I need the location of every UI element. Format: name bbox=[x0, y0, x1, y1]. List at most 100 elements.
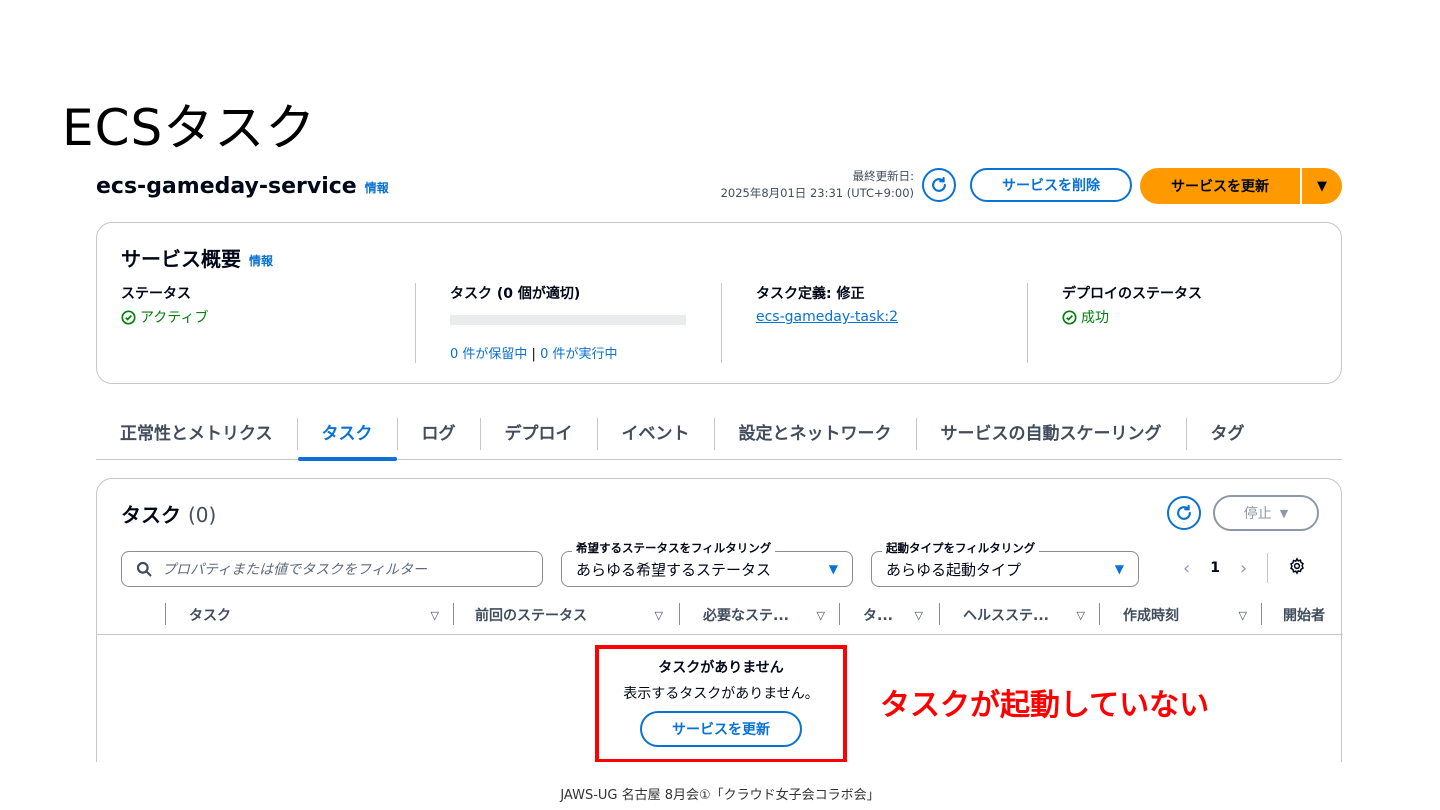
tab-logs[interactable]: ログ bbox=[398, 414, 480, 460]
tab-deploy[interactable]: デプロイ bbox=[481, 414, 597, 460]
task-definition-link[interactable]: ecs-gameday-task:2 bbox=[756, 309, 898, 325]
sort-icon: ▽ bbox=[816, 608, 825, 622]
status-value: アクティブ bbox=[121, 307, 415, 327]
tab-bar: 正常性とメトリクス タスク ログ デプロイ イベント 設定とネットワーク サービ… bbox=[96, 414, 1342, 461]
tab-autoscaling[interactable]: サービスの自動スケーリング bbox=[917, 414, 1186, 460]
stop-button[interactable]: 停止 ▼ bbox=[1213, 495, 1319, 531]
status-column: ステータス アクティブ bbox=[121, 283, 415, 363]
task-definition-column: タスク定義: 修正 ecs-gameday-task:2 bbox=[721, 283, 1027, 363]
counts-divider: | bbox=[531, 347, 536, 362]
tab-events[interactable]: イベント bbox=[598, 414, 714, 460]
column-header-health-status[interactable]: ヘルスステ... ▽ bbox=[963, 605, 1085, 625]
tasks-title-text: タスク bbox=[121, 503, 181, 527]
caret-down-icon: ▼ bbox=[1317, 178, 1327, 194]
pagination: ‹ 1 › bbox=[1183, 553, 1306, 583]
empty-update-service-button[interactable]: サービスを更新 bbox=[640, 711, 802, 747]
column-header-label: タスク bbox=[189, 608, 231, 624]
last-updated-label: 最終更新日: bbox=[852, 169, 914, 183]
check-circle-icon bbox=[1062, 309, 1077, 325]
empty-state-title: タスクがありません bbox=[658, 660, 784, 676]
tab-tags[interactable]: タグ bbox=[1187, 414, 1269, 460]
column-header-task[interactable]: タスク ▽ bbox=[189, 605, 439, 625]
tasks-label: タスク (0 個が適切) bbox=[450, 286, 581, 302]
deploy-status-value: 成功 bbox=[1062, 307, 1327, 327]
service-name: ecs-gameday-service bbox=[96, 174, 357, 199]
tasks-progress-bar bbox=[450, 315, 686, 325]
caret-down-icon: ▼ bbox=[1114, 562, 1124, 576]
sort-icon: ▽ bbox=[1238, 608, 1247, 622]
task-definition-label: タスク定義: 修正 bbox=[756, 286, 865, 302]
tasks-refresh-button[interactable] bbox=[1167, 496, 1201, 530]
tab-config-network[interactable]: 設定とネットワーク bbox=[715, 414, 916, 460]
tasks-count: (0) bbox=[187, 503, 217, 527]
desired-status-value: あらゆる希望するステータス bbox=[576, 560, 772, 579]
ecs-console-screenshot: ecs-gameday-service 情報 最終更新日: 2025年8月01日 … bbox=[86, 160, 1348, 762]
launch-type-filter[interactable]: 起動タイプをフィルタリング あらゆる起動タイプ ▼ bbox=[871, 540, 1139, 587]
task-search-input[interactable]: プロパティまたは値でタスクをフィルター bbox=[121, 551, 543, 587]
overview-title-text: サービス概要 bbox=[121, 247, 241, 271]
column-header-created-at[interactable]: 作成時刻 ▽ bbox=[1123, 605, 1247, 625]
launch-type-caption: 起動タイプをフィルタリング bbox=[882, 540, 1040, 556]
last-updated-value: 2025年8月01日 23:31 (UTC+9:00) bbox=[720, 186, 914, 200]
column-header-label: 開始者 bbox=[1283, 608, 1325, 624]
tab-tasks[interactable]: タスク bbox=[297, 414, 397, 461]
column-separator bbox=[939, 603, 940, 625]
tasks-column: タスク (0 個が適切) 0 件が保留中 | 0 件が実行中 bbox=[415, 283, 721, 363]
tasks-counts: 0 件が保留中 | 0 件が実行中 bbox=[450, 343, 721, 362]
overview-info-link[interactable]: 情報 bbox=[249, 254, 273, 268]
tab-health-metrics[interactable]: 正常性とメトリクス bbox=[96, 414, 297, 460]
update-service-button[interactable]: サービスを更新 ▼ bbox=[1140, 168, 1342, 204]
chevron-right-icon[interactable]: › bbox=[1240, 558, 1247, 579]
sort-icon: ▽ bbox=[914, 608, 923, 622]
desired-status-caption: 希望するステータスをフィルタリング bbox=[572, 540, 776, 556]
launch-type-value: あらゆる起動タイプ bbox=[886, 560, 1022, 579]
status-label: ステータス bbox=[121, 286, 191, 302]
settings-button[interactable] bbox=[1288, 557, 1306, 579]
column-separator bbox=[839, 603, 840, 625]
empty-state-description: 表示するタスクがありません。 bbox=[623, 686, 819, 702]
delete-service-button[interactable]: サービスを削除 bbox=[970, 168, 1132, 202]
column-separator bbox=[1099, 603, 1100, 625]
service-title: ecs-gameday-service 情報 bbox=[96, 174, 389, 199]
column-header-label: 必要なステ... bbox=[703, 608, 789, 624]
running-count[interactable]: 0 件が実行中 bbox=[540, 347, 617, 362]
refresh-icon bbox=[1177, 504, 1191, 520]
chevron-left-icon[interactable]: ‹ bbox=[1183, 558, 1190, 579]
status-text: アクティブ bbox=[140, 310, 209, 326]
last-updated: 最終更新日: 2025年8月01日 23:31 (UTC+9:00) bbox=[721, 168, 914, 202]
update-dropdown-toggle[interactable]: ▼ bbox=[1300, 168, 1342, 204]
page-number[interactable]: 1 bbox=[1210, 560, 1220, 576]
deploy-status-column: デプロイのステータス 成功 bbox=[1027, 283, 1327, 363]
slide-title: ECSタスク bbox=[62, 99, 317, 157]
tasks-table-header: タスク ▽ 前回のステータス ▽ 必要なステ... ▽ タ... ▽ ヘルスステ... ▽… bbox=[97, 595, 1343, 635]
desired-status-filter[interactable]: 希望するステータスをフィルタリング あらゆる希望するステータス ▼ bbox=[561, 540, 853, 587]
refresh-icon bbox=[932, 176, 946, 192]
empty-state-highlight: タスクがありません 表示するタスクがありません。 サービスを更新 bbox=[595, 645, 847, 762]
column-separator bbox=[679, 603, 680, 625]
gear-icon bbox=[1290, 557, 1305, 575]
column-header-label: 作成時刻 bbox=[1123, 608, 1179, 624]
column-header-desired-status[interactable]: 必要なステ... ▽ bbox=[703, 605, 825, 625]
pending-count[interactable]: 0 件が保留中 bbox=[450, 347, 527, 362]
column-header-last-status[interactable]: 前回のステータス ▽ bbox=[475, 605, 663, 625]
column-header-task-def[interactable]: タ... ▽ bbox=[863, 605, 923, 625]
search-placeholder: プロパティまたは値でタスクをフィルター bbox=[162, 562, 427, 578]
sort-icon: ▽ bbox=[1076, 608, 1085, 622]
callout-annotation: タスクが起動していない bbox=[880, 688, 1210, 723]
check-circle-icon bbox=[121, 309, 136, 325]
column-header-label: タ... bbox=[863, 608, 893, 624]
caret-down-icon: ▼ bbox=[1279, 506, 1289, 520]
pager-separator bbox=[1267, 553, 1269, 583]
update-service-label: サービスを更新 bbox=[1171, 179, 1269, 195]
sort-icon: ▽ bbox=[430, 608, 439, 622]
info-link[interactable]: 情報 bbox=[365, 181, 389, 195]
stop-label: 停止 bbox=[1243, 506, 1272, 522]
sort-icon: ▽ bbox=[654, 608, 663, 622]
slide-footer: JAWS-UG 名古屋 8月会①「クラウド女子会コラボ会」 bbox=[560, 788, 880, 803]
deploy-status-label: デプロイのステータス bbox=[1062, 286, 1202, 302]
service-overview-panel: サービス概要 情報 ステータス アクティブ タスク (0 個が適切) 0 件が保留… bbox=[96, 222, 1342, 384]
deploy-status-text: 成功 bbox=[1081, 310, 1109, 326]
column-header-started-by[interactable]: 開始者 bbox=[1283, 605, 1343, 625]
refresh-button[interactable] bbox=[922, 168, 956, 202]
column-separator bbox=[165, 603, 166, 625]
